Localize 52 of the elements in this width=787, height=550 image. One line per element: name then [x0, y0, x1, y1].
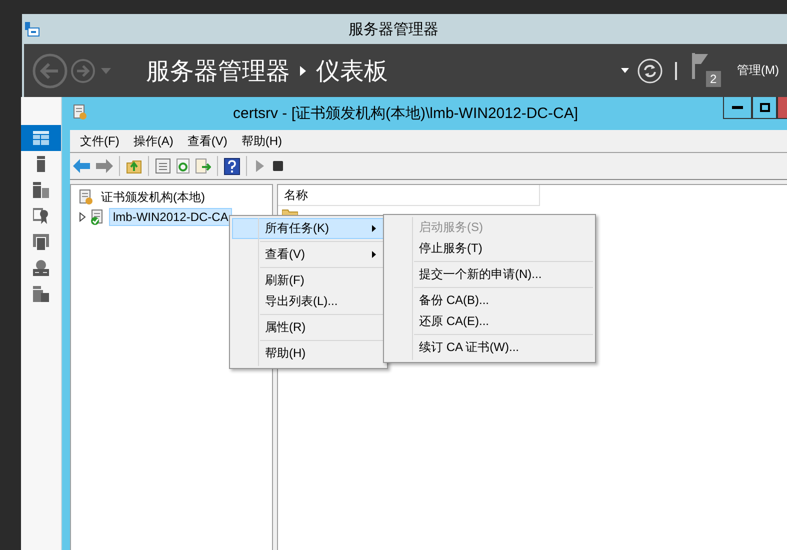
- server-icon[interactable]: [37, 156, 45, 172]
- menu-item[interactable]: 帮助(H): [232, 343, 385, 364]
- expand-icon[interactable]: [79, 212, 87, 222]
- folder-up-icon[interactable]: [126, 158, 142, 174]
- menu-item[interactable]: 属性(R): [232, 317, 385, 338]
- menu-item[interactable]: 查看(V): [232, 244, 385, 265]
- menu-item[interactable]: 刷新(F): [232, 270, 385, 291]
- network-icon[interactable]: [33, 260, 49, 276]
- flag-icon[interactable]: [691, 52, 709, 78]
- menu-item[interactable]: 文件(F): [74, 130, 126, 152]
- certificate-server-icon: [78, 189, 94, 205]
- breadcrumb-item[interactable]: 仪表板: [316, 54, 388, 86]
- notification-count: 2: [706, 70, 721, 86]
- chevron-icon: [300, 66, 306, 76]
- menu-item[interactable]: 续订 CA 证书(W)...: [386, 337, 593, 358]
- breadcrumb-item[interactable]: 服务器管理器: [146, 54, 290, 86]
- back-arrow-icon[interactable]: [73, 159, 91, 173]
- menu-item[interactable]: 所有任务(K): [232, 218, 385, 239]
- menu-item[interactable]: 备份 CA(B)...: [386, 290, 593, 311]
- maximize-icon: [760, 103, 770, 112]
- certificate-icon[interactable]: [33, 208, 49, 224]
- window-title: certsrv - [证书颁发机构(本地)\lmb-WIN2012-DC-CA]: [232, 104, 579, 123]
- files-icon[interactable]: [33, 234, 49, 250]
- refresh-icon[interactable]: [175, 158, 191, 174]
- minimize-icon: [732, 106, 743, 109]
- stop-icon[interactable]: [271, 159, 285, 173]
- help-icon[interactable]: [224, 158, 240, 174]
- tree-item[interactable]: 证书颁发机构(本地): [97, 186, 209, 208]
- menu-item[interactable]: 查看(V): [181, 130, 234, 152]
- menu-item[interactable]: 帮助(H): [235, 130, 288, 152]
- dashboard-icon[interactable]: [33, 131, 49, 145]
- storage-icon[interactable]: [33, 286, 49, 302]
- export-icon[interactable]: [195, 158, 211, 174]
- submenu-arrow-icon: [372, 251, 376, 258]
- tree-item[interactable]: lmb-WIN2012-DC-CA: [109, 208, 232, 226]
- forward-arrow-icon[interactable]: [95, 159, 113, 173]
- manage-menu[interactable]: 管理(M): [737, 62, 779, 79]
- menu-item[interactable]: 提交一个新的申请(N)...: [386, 264, 593, 285]
- column-header[interactable]: 名称: [278, 185, 540, 206]
- properties-icon[interactable]: [155, 158, 171, 174]
- maximize-button[interactable]: [752, 97, 777, 119]
- menu-item[interactable]: 停止服务(T): [386, 238, 593, 259]
- certificate-server-icon: [72, 104, 88, 120]
- menu-item[interactable]: 还原 CA(E)...: [386, 311, 593, 332]
- menu-item[interactable]: 操作(A): [127, 130, 180, 152]
- submenu-arrow-icon: [372, 225, 376, 232]
- menu-item[interactable]: 导出列表(L)...: [232, 291, 385, 312]
- servers-icon[interactable]: [33, 182, 49, 198]
- minimize-button[interactable]: [723, 97, 752, 119]
- window-title: 服务器管理器: [348, 20, 440, 38]
- server-manager-icon: [24, 21, 40, 37]
- dropdown-icon[interactable]: [621, 68, 629, 74]
